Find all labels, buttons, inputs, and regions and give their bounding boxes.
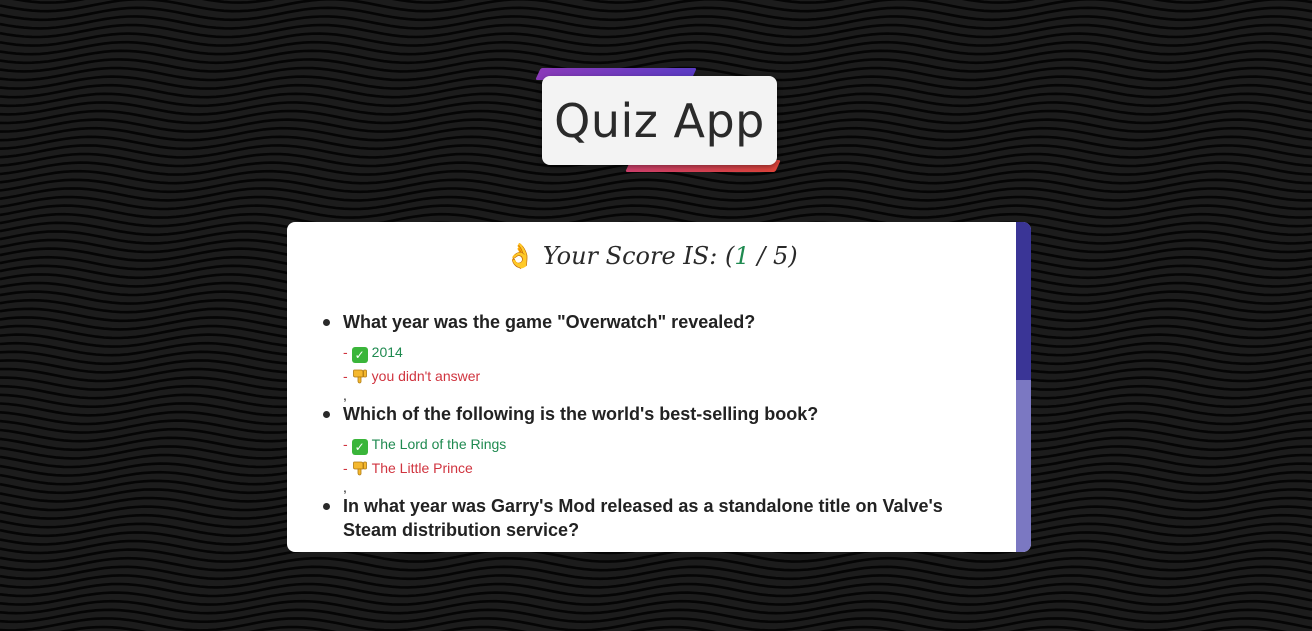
thumbs-down-icon (352, 369, 367, 384)
correct-answer-line: - ✓ 2014 (343, 340, 983, 364)
dash: - (343, 344, 348, 360)
separator: , (343, 387, 347, 403)
results-list: What year was the game "Overwatch" revea… (323, 310, 983, 542)
answers: - ✓ The Lord of the Rings - The Little Prin… (343, 432, 983, 480)
question-text: Which of the following is the world's be… (343, 404, 819, 424)
correct-answer-line: - ✓ The Lord of the Rings (343, 432, 983, 456)
correct-answer: The Lord of the Rings (371, 436, 507, 452)
wave-line (0, 23, 1312, 39)
scrollbar[interactable] (1016, 222, 1031, 552)
check-mark-icon: ✓ (351, 439, 368, 455)
score-divider: / (757, 242, 766, 270)
ok-hand-icon: 👌 (505, 242, 536, 270)
correct-answer: 2014 (371, 344, 403, 360)
list-bullet (323, 319, 330, 326)
score-total: 5 (772, 242, 789, 270)
separator: , (343, 479, 347, 495)
list-bullet (323, 411, 330, 418)
dash: - (343, 460, 348, 476)
score-open-paren: ( (724, 242, 735, 270)
score-close-paren: ) (788, 242, 798, 270)
title-box: Quiz App (542, 76, 777, 165)
result-item: In what year was Garry's Mod released as… (323, 494, 983, 542)
score-label: Your Score IS: (542, 242, 718, 270)
scrollbar-thumb[interactable] (1016, 222, 1031, 380)
question-text: What year was the game "Overwatch" revea… (343, 312, 756, 332)
check-mark-icon: ✓ (351, 347, 368, 363)
dash: - (343, 368, 348, 384)
user-answer: you didn't answer (371, 368, 481, 384)
dash: - (343, 436, 348, 452)
app-title: Quiz App (554, 93, 765, 148)
wave-line (0, 15, 1312, 30)
list-bullet (323, 503, 330, 510)
results-card: 👌 Your Score IS: (1 / 5) What year was t… (287, 222, 1031, 552)
user-answer: The Little Prince (371, 460, 473, 476)
question-text: In what year was Garry's Mod released as… (343, 496, 943, 540)
result-item: What year was the game "Overwatch" revea… (323, 310, 983, 402)
results-scroll-area[interactable]: 👌 Your Score IS: (1 / 5) What year was t… (287, 222, 1016, 552)
app-title-badge: Quiz App (535, 68, 781, 174)
score-correct-count: 1 (734, 242, 750, 270)
thumbs-down-icon (352, 461, 367, 476)
score-heading: 👌 Your Score IS: (1 / 5) (287, 242, 1016, 270)
result-item: Which of the following is the world's be… (323, 402, 983, 494)
answers: - ✓ 2014 - you didn't answer (343, 340, 983, 388)
user-answer-line: - The Little Prince (343, 456, 983, 480)
user-answer-line: - you didn't answer (343, 364, 983, 388)
